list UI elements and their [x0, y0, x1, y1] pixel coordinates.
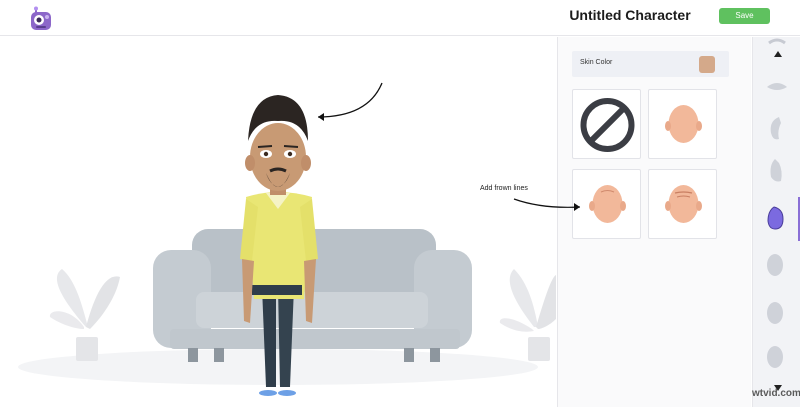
- strip-item-ear-right[interactable]: [753, 151, 800, 191]
- annotation-text: Add frown lines: [480, 185, 528, 192]
- scene-canvas: [0, 37, 556, 407]
- skin-color-swatch[interactable]: [699, 56, 715, 73]
- head-frown-option-2[interactable]: [648, 169, 717, 239]
- strip-item-head-2[interactable]: [753, 293, 800, 333]
- head-icon: [767, 346, 783, 368]
- strip-item-mouth[interactable]: [753, 67, 800, 107]
- mouth-icon: [767, 83, 787, 90]
- ear-icon: [770, 117, 781, 140]
- annotation-arrow-icon: [513, 198, 581, 211]
- head-plain-option[interactable]: [648, 89, 717, 159]
- character-editor-app: Untitled Character Save Skin Color Add f…: [0, 0, 800, 407]
- head-icon: [665, 105, 702, 143]
- options-panel: Skin Color: [557, 37, 751, 407]
- eyebrows-icon: [768, 38, 786, 45]
- ear-icon: [770, 159, 782, 182]
- top-bar: Untitled Character Save: [0, 0, 800, 36]
- strip-item-face-shape[interactable]: [753, 199, 800, 239]
- skin-color-row[interactable]: Skin Color: [572, 51, 729, 77]
- watermark: wtvid.com: [752, 388, 800, 399]
- strip-item-head-3[interactable]: [753, 337, 800, 377]
- character-stage: [0, 37, 556, 407]
- no-symbol-icon: [580, 98, 635, 152]
- robot-mascot-icon[interactable]: [27, 6, 55, 34]
- head-frown-icon: [665, 185, 702, 223]
- none-option[interactable]: [572, 89, 641, 159]
- strip-item-ear-left[interactable]: [753, 109, 800, 149]
- head-icon: [767, 254, 783, 276]
- face-shape-icon: [767, 206, 784, 230]
- save-button[interactable]: Save: [719, 8, 770, 24]
- strip-item-eyebrows[interactable]: [753, 27, 800, 67]
- part-selector-strip: [752, 37, 800, 407]
- head-icon: [767, 302, 783, 324]
- skin-color-label: Skin Color: [580, 59, 613, 66]
- character-title[interactable]: Untitled Character: [520, 7, 740, 23]
- strip-item-head-1[interactable]: [753, 245, 800, 285]
